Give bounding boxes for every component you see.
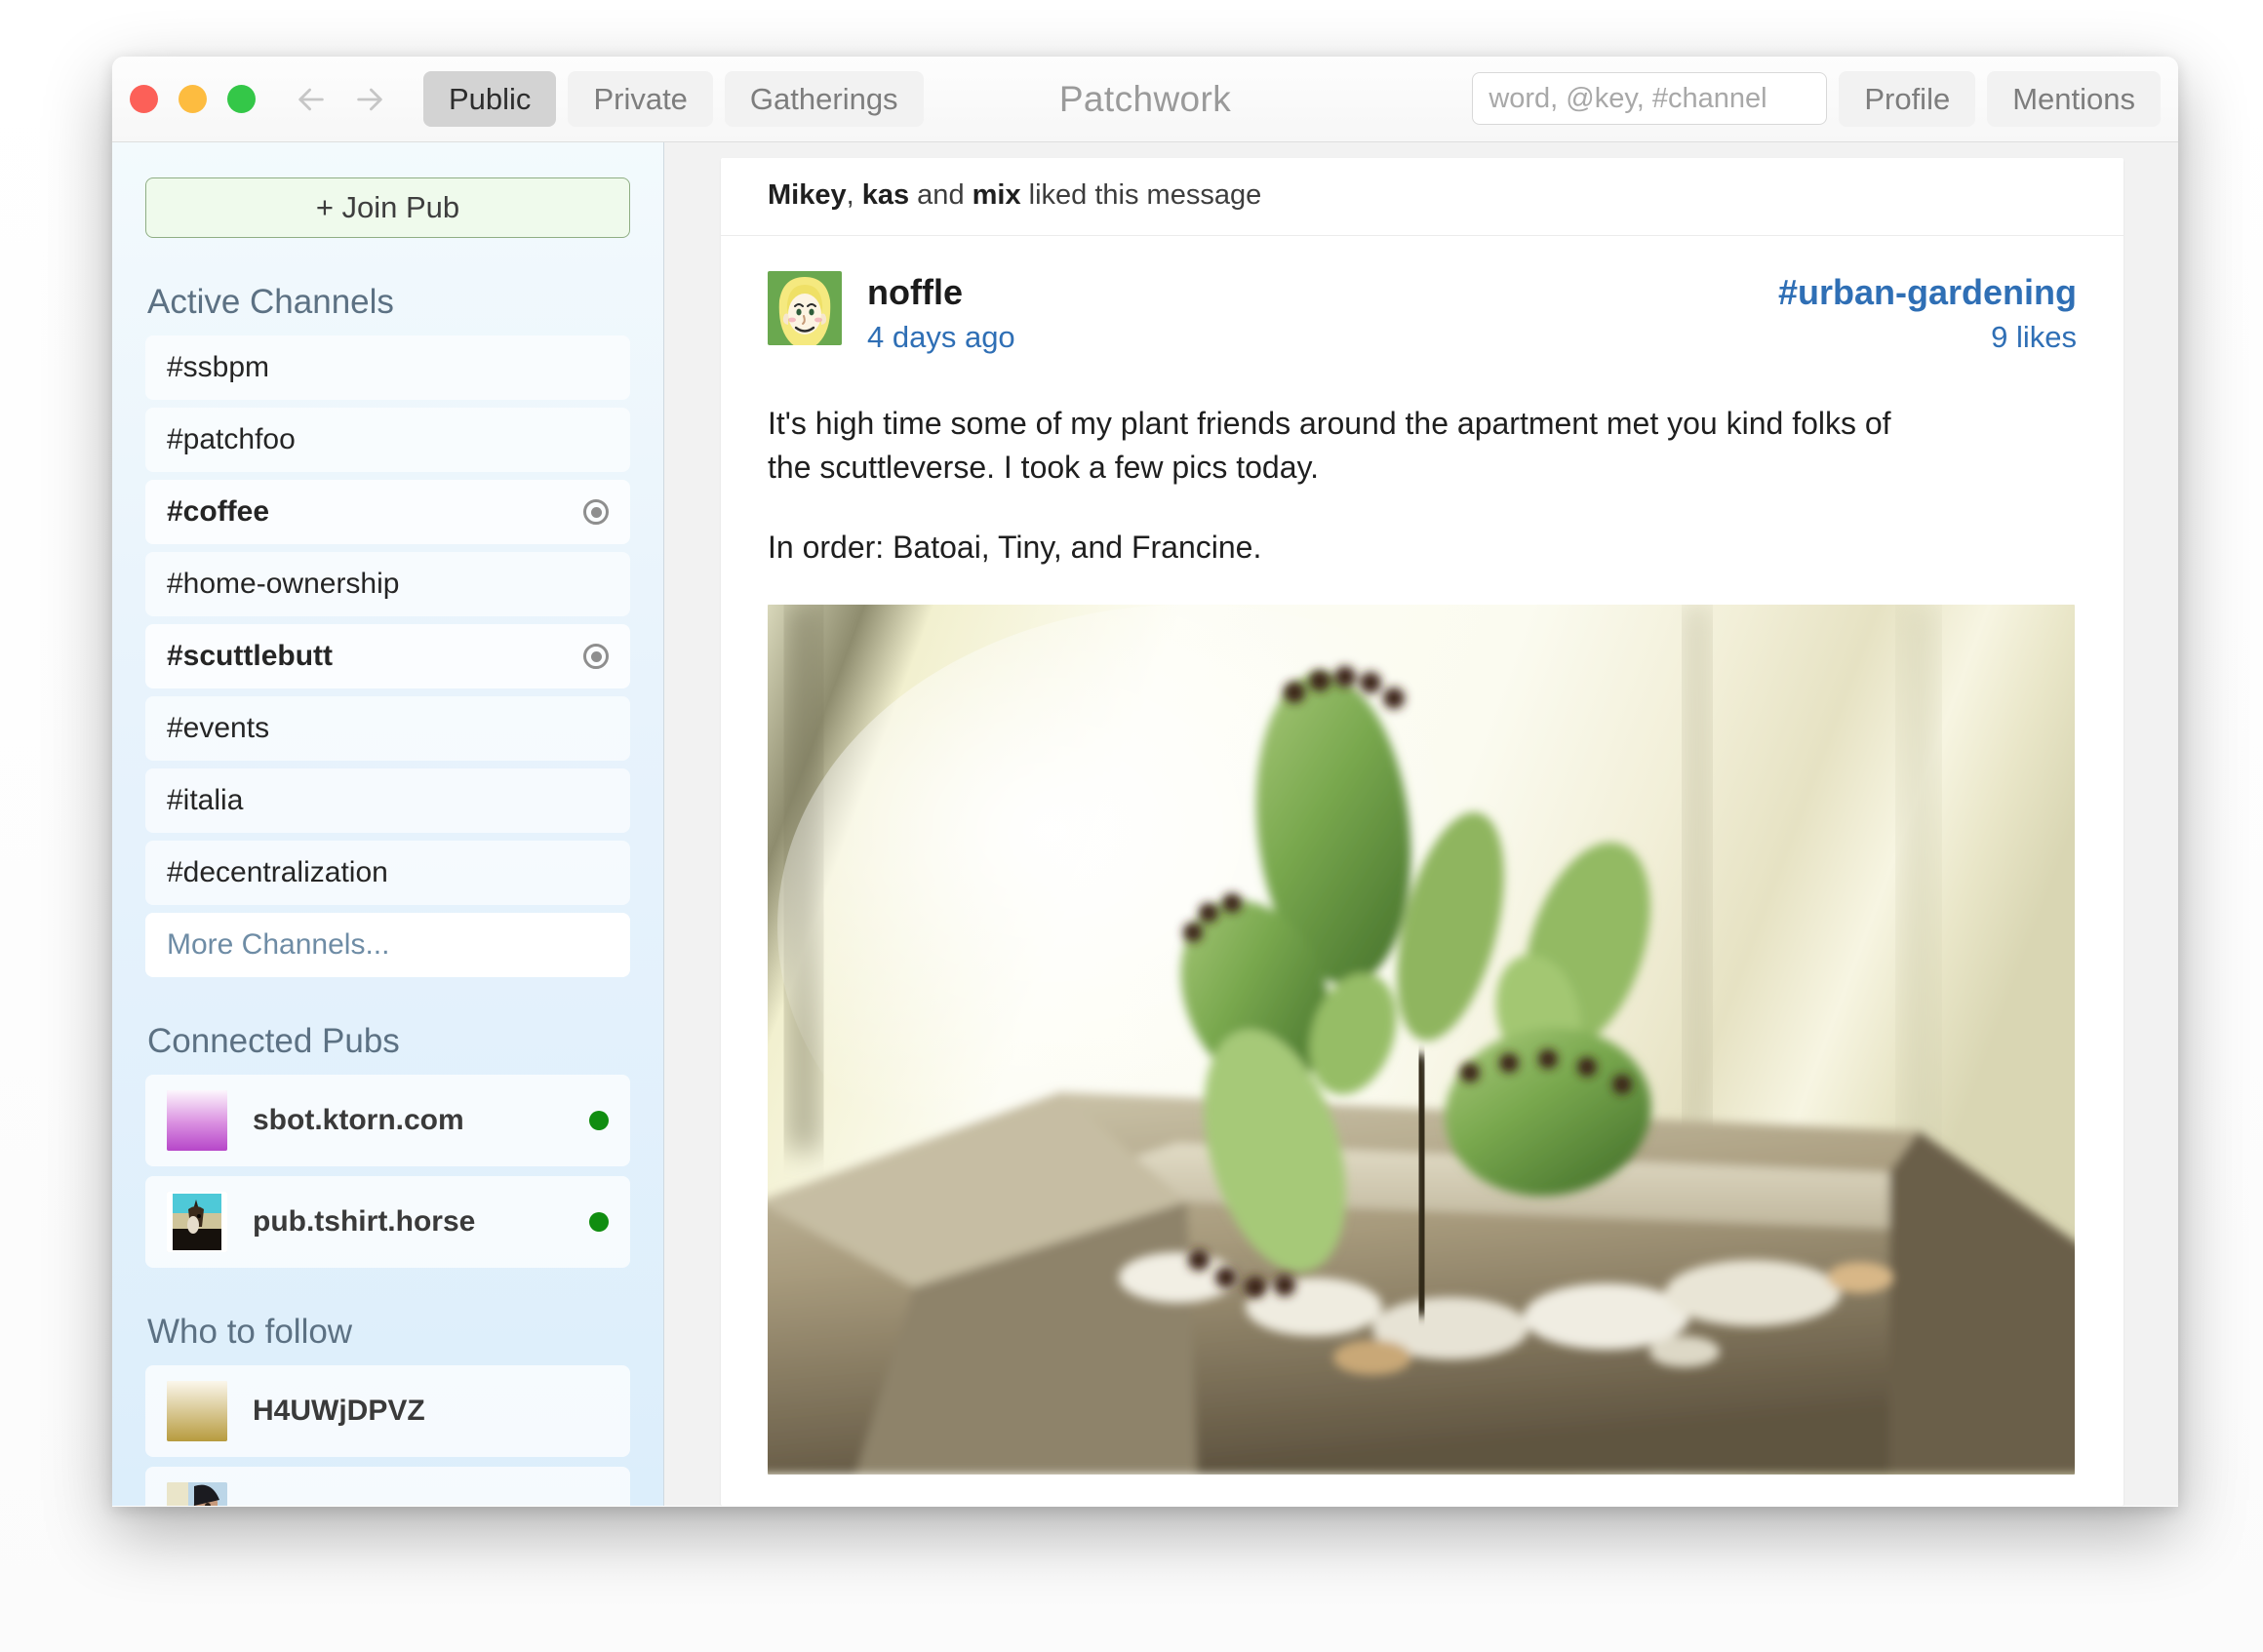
liked-separator: , <box>846 179 862 211</box>
sidebar-item-coffee[interactable]: #coffee <box>145 480 630 544</box>
channel-label: #events <box>167 712 270 744</box>
avatar[interactable] <box>768 271 842 345</box>
titlebar-right-group: Profile Mentions <box>1472 70 2161 128</box>
tab-gatherings[interactable]: Gatherings <box>724 70 924 128</box>
follow-suggestion-item[interactable] <box>145 1467 630 1506</box>
search-input[interactable] <box>1472 72 1828 126</box>
sidebar-item-events[interactable]: #events <box>145 696 630 761</box>
liker-name[interactable]: Mikey <box>768 179 847 211</box>
sidebar-item-decentralization[interactable]: #decentralization <box>145 841 630 905</box>
pub-item-pub-tshirt-horse[interactable]: pub.tshirt.horse <box>145 1176 630 1268</box>
message-paragraph: It's high time some of my plant friends … <box>768 405 1891 486</box>
channel-tag-link[interactable]: #urban-gardening <box>1778 271 2077 314</box>
window-body: + Join Pub Active Channels #ssbpm #patch… <box>112 142 2178 1506</box>
desktop-background: Public Private Gatherings Patchwork Prof… <box>0 0 2263 1652</box>
message-meta: #urban-gardening 9 likes <box>1778 271 2077 355</box>
sidebar-item-scuttlebutt[interactable]: #scuttlebutt <box>145 624 630 688</box>
gold-gradient-avatar <box>167 1381 227 1441</box>
liker-name[interactable]: kas <box>862 179 909 211</box>
tab-public[interactable]: Public <box>423 70 557 128</box>
join-pub-button[interactable]: + Join Pub <box>145 177 630 238</box>
arrow-left-icon[interactable] <box>295 83 328 116</box>
channel-label: #home-ownership <box>167 568 400 600</box>
liked-suffix: liked this message <box>1020 179 1262 211</box>
follow-name: H4UWjDPVZ <box>253 1395 425 1427</box>
unread-indicator-icon <box>583 499 609 525</box>
more-channels-button[interactable]: More Channels... <box>145 913 630 977</box>
follow-suggestion-item[interactable]: H4UWjDPVZ <box>145 1365 630 1457</box>
channel-label: #decentralization <box>167 856 388 888</box>
arrow-right-icon[interactable] <box>353 83 386 116</box>
channel-label: #coffee <box>167 495 270 528</box>
message-timestamp[interactable]: 4 days ago <box>867 320 1015 355</box>
liked-conjunction: and <box>909 179 973 211</box>
pub-name: sbot.ktorn.com <box>253 1104 464 1136</box>
pub-name: pub.tshirt.horse <box>253 1205 476 1238</box>
pub-item-sbot-ktorn-com[interactable]: sbot.ktorn.com <box>145 1075 630 1166</box>
window-controls <box>130 85 256 113</box>
author-block: noffle 4 days ago <box>867 271 1015 355</box>
window-titlebar: Public Private Gatherings Patchwork Prof… <box>112 57 2178 142</box>
sidebar-item-ssbpm[interactable]: #ssbpm <box>145 335 630 400</box>
tab-private[interactable]: Private <box>568 70 713 128</box>
liked-by-row: Mikey, kas and mix liked this message <box>721 158 2124 236</box>
channel-label: #italia <box>167 784 244 816</box>
mentions-button[interactable]: Mentions <box>1987 70 2161 128</box>
channel-label: #ssbpm <box>167 351 270 383</box>
online-status-dot <box>589 1111 609 1130</box>
photo-person-avatar <box>167 1482 227 1506</box>
sidebar-item-home-ownership[interactable]: #home-ownership <box>145 552 630 616</box>
message-paragraph: In order: Batoai, Tiny, and Francine. <box>768 529 1262 565</box>
profile-button[interactable]: Profile <box>1839 70 1976 128</box>
horse-tshirt-avatar <box>167 1192 227 1252</box>
message-header: noffle 4 days ago #urban-gardening 9 lik… <box>721 236 2124 355</box>
author-name[interactable]: noffle <box>867 271 1015 314</box>
sidebar-item-patchfoo[interactable]: #patchfoo <box>145 408 630 472</box>
like-count[interactable]: 9 likes <box>1778 320 2077 355</box>
minimize-button[interactable] <box>179 85 207 113</box>
active-channels-heading: Active Channels <box>147 283 394 321</box>
message-card: Mikey, kas and mix liked this message no… <box>721 158 2124 1506</box>
navigation-arrows <box>295 83 386 116</box>
message-image-succulent[interactable] <box>768 605 2075 1475</box>
main-content: Mikey, kas and mix liked this message no… <box>664 142 2178 1506</box>
who-to-follow-heading: Who to follow <box>147 1313 353 1351</box>
unread-indicator-icon <box>583 644 609 669</box>
view-tabs: Public Private Gatherings <box>423 70 924 128</box>
channel-label: #scuttlebutt <box>167 640 334 672</box>
sidebar-item-italia[interactable]: #italia <box>145 768 630 833</box>
patchwork-window: Public Private Gatherings Patchwork Prof… <box>112 57 2178 1507</box>
online-status-dot <box>589 1212 609 1232</box>
purple-gradient-avatar <box>167 1090 227 1151</box>
more-channels-label: More Channels... <box>167 928 390 961</box>
connected-pubs-heading: Connected Pubs <box>147 1022 400 1060</box>
sidebar: + Join Pub Active Channels #ssbpm #patch… <box>112 142 664 1506</box>
channel-label: #patchfoo <box>167 423 296 455</box>
liker-name[interactable]: mix <box>973 179 1021 211</box>
close-button[interactable] <box>130 85 158 113</box>
maximize-button[interactable] <box>227 85 256 113</box>
